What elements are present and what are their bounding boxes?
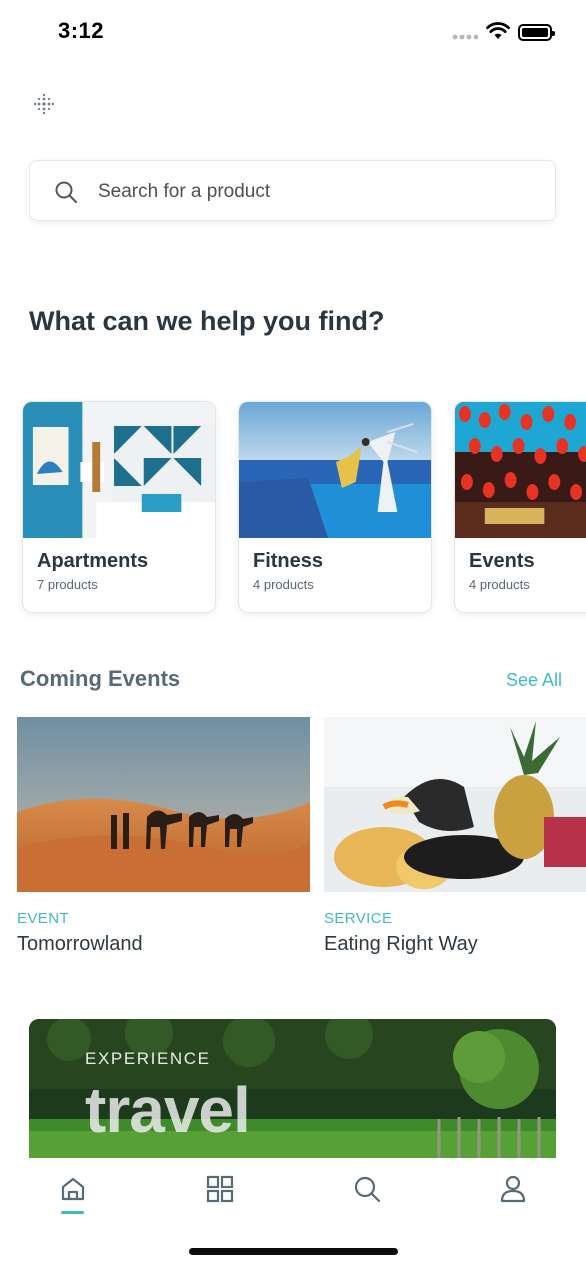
event-image-food[interactable]	[324, 717, 586, 892]
user-icon[interactable]	[498, 1174, 528, 1204]
grid-icon[interactable]	[205, 1174, 235, 1204]
event-type: EVENT	[17, 910, 70, 927]
search-icon[interactable]	[352, 1174, 382, 1204]
wifi-icon	[486, 22, 510, 39]
apartment-image	[23, 402, 215, 538]
page-title: What can we help you find?	[29, 306, 385, 336]
tab-bar	[0, 1158, 586, 1274]
active-tab-indicator	[61, 1211, 84, 1214]
category-card-fitness[interactable]: Fitness 4 products	[238, 401, 432, 613]
category-name: Apartments	[37, 550, 149, 572]
search-bar[interactable]	[29, 160, 556, 221]
search-input[interactable]	[96, 173, 520, 211]
menu-dots-icon[interactable]	[32, 92, 56, 116]
category-name: Fitness	[253, 550, 324, 572]
event-name[interactable]: Eating Right Way	[324, 933, 478, 956]
events-image	[455, 402, 586, 538]
search-icon	[55, 181, 77, 203]
category-count: 7 products	[37, 577, 98, 592]
battery-icon	[518, 24, 555, 41]
status-time: 3:12	[58, 18, 105, 43]
category-name: Events	[469, 550, 535, 572]
fitness-image	[239, 402, 431, 538]
event-name[interactable]: Tomorrowland	[17, 933, 143, 956]
signal-icon	[452, 34, 478, 40]
home-indicator	[189, 1248, 398, 1255]
category-card-events[interactable]: Events 4 products	[454, 401, 586, 613]
section-title: Coming Events	[20, 666, 181, 691]
event-type: SERVICE	[324, 910, 393, 927]
banner-title: travel	[85, 1074, 251, 1146]
see-all-link[interactable]: See All	[506, 670, 562, 691]
category-count: 4 products	[253, 577, 314, 592]
category-card-apartments[interactable]: Apartments 7 products	[22, 401, 216, 613]
event-image-desert[interactable]	[17, 717, 310, 892]
experience-banner[interactable]: EXPERIENCE travel	[29, 1019, 556, 1159]
home-icon[interactable]	[58, 1174, 88, 1204]
category-count: 4 products	[469, 577, 530, 592]
banner-subtitle: EXPERIENCE	[85, 1049, 211, 1068]
